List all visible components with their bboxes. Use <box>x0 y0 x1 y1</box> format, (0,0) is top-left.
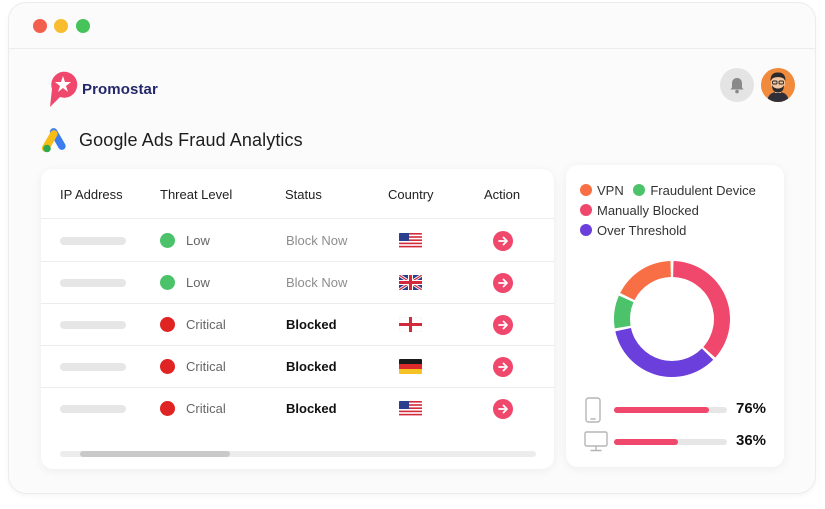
threat-level: Critical <box>186 359 226 374</box>
column-header-country: Country <box>388 187 434 202</box>
uk-flag-icon <box>399 275 422 290</box>
row-action-button[interactable] <box>493 231 513 251</box>
smartphone-icon <box>585 397 601 423</box>
monitor-icon <box>584 431 608 452</box>
us-flag-icon <box>399 233 422 248</box>
fraud-breakdown-card: VPN Fraudulent Device Manually Blocked O… <box>566 165 784 467</box>
arrow-right-icon <box>498 362 508 372</box>
slice-over-threshold <box>615 327 714 377</box>
table-row: Low Block Now <box>41 262 554 304</box>
column-header-ip-address: IP Address <box>60 187 123 202</box>
table-row: Critical Blocked <box>41 388 554 430</box>
threat-level: Critical <box>186 401 226 416</box>
notifications-button[interactable] <box>720 68 754 102</box>
promostar-logo-icon <box>50 71 78 107</box>
threat-level: Low <box>186 233 210 248</box>
brand[interactable]: Promostar <box>42 69 158 109</box>
scrollbar-thumb[interactable] <box>80 451 230 457</box>
minimize-window-button[interactable] <box>54 19 68 33</box>
legend-label: Over Threshold <box>597 223 687 238</box>
row-action-button[interactable] <box>493 357 513 377</box>
table-header: IP Address Threat Level Status Country A… <box>41 169 554 219</box>
metric-value: 76% <box>736 400 767 417</box>
metric-row-mobile: 76% <box>584 397 774 423</box>
column-header-action: Action <box>484 187 521 202</box>
legend-label: Manually Blocked <box>597 203 699 218</box>
page-header: Google Ads Fraud Analytics <box>41 125 303 155</box>
ip-address-placeholder <box>60 363 126 371</box>
legend-item-manually-blocked: Manually Blocked <box>580 201 699 221</box>
threat-indicator <box>160 233 175 248</box>
status-label[interactable]: Block Now <box>286 233 347 248</box>
horizontal-scrollbar[interactable] <box>60 451 536 457</box>
arrow-right-icon <box>498 320 508 330</box>
maximize-window-button[interactable] <box>76 19 90 33</box>
legend-label: Fraudulent Device <box>650 183 756 198</box>
metric-row-desktop: 36% <box>584 429 774 455</box>
status-label: Blocked <box>286 359 337 374</box>
legend-item-fraudulent-device: Fraudulent Device <box>633 181 756 201</box>
threat-level: Critical <box>186 317 226 332</box>
row-action-button[interactable] <box>493 315 513 335</box>
legend-item-vpn: VPN <box>580 181 624 201</box>
google-ads-icon <box>41 128 66 153</box>
metric-progress-fill <box>614 407 709 413</box>
germany-flag-icon <box>399 359 422 374</box>
status-label[interactable]: Block Now <box>286 275 347 290</box>
threat-indicator <box>160 317 175 332</box>
threat-indicator <box>160 359 175 374</box>
legend-swatch <box>580 184 592 196</box>
table-row: Critical Blocked <box>41 304 554 346</box>
row-action-button[interactable] <box>493 273 513 293</box>
threat-level: Low <box>186 275 210 290</box>
chart-legend: VPN Fraudulent Device Manually Blocked O… <box>580 181 776 241</box>
page-title: Google Ads Fraud Analytics <box>79 129 303 150</box>
avatar-icon <box>761 68 795 102</box>
slice-fraudulent-device <box>614 295 634 329</box>
us-flag-icon <box>399 401 422 416</box>
arrow-right-icon <box>498 236 508 246</box>
ip-address-placeholder <box>60 405 126 413</box>
title-bar <box>9 3 815 49</box>
close-window-button[interactable] <box>33 19 47 33</box>
metric-value: 36% <box>736 432 767 449</box>
ip-address-placeholder <box>60 237 126 245</box>
england-flag-icon <box>399 317 422 332</box>
metric-progress-track <box>614 439 727 445</box>
slice-vpn <box>620 261 671 301</box>
ip-address-placeholder <box>60 279 126 287</box>
user-avatar[interactable] <box>761 68 795 102</box>
threat-indicator <box>160 275 175 290</box>
metric-progress-fill <box>614 439 679 445</box>
fraud-table: IP Address Threat Level Status Country A… <box>41 169 554 469</box>
bell-icon <box>730 77 744 93</box>
legend-swatch <box>580 224 592 236</box>
status-label: Blocked <box>286 401 337 416</box>
arrow-right-icon <box>498 404 508 414</box>
metric-progress-track <box>614 407 727 413</box>
arrow-right-icon <box>498 278 508 288</box>
donut-chart <box>614 261 730 377</box>
column-header-threat-level: Threat Level <box>160 187 233 202</box>
row-action-button[interactable] <box>493 399 513 419</box>
legend-swatch <box>633 184 646 196</box>
slice-manually-blocked <box>673 261 730 358</box>
table-row: Critical Blocked <box>41 346 554 388</box>
legend-label: VPN <box>597 183 624 198</box>
legend-item-over-threshold: Over Threshold <box>580 221 686 241</box>
column-header-status: Status <box>285 187 322 202</box>
threat-indicator <box>160 401 175 416</box>
ip-address-placeholder <box>60 321 126 329</box>
app-window: Promostar Google Ads Fraud Analytics IP … <box>8 2 816 494</box>
table-row: Low Block Now <box>41 220 554 262</box>
brand-name: Promostar <box>82 80 158 98</box>
status-label: Blocked <box>286 317 337 332</box>
legend-swatch <box>580 204 592 216</box>
